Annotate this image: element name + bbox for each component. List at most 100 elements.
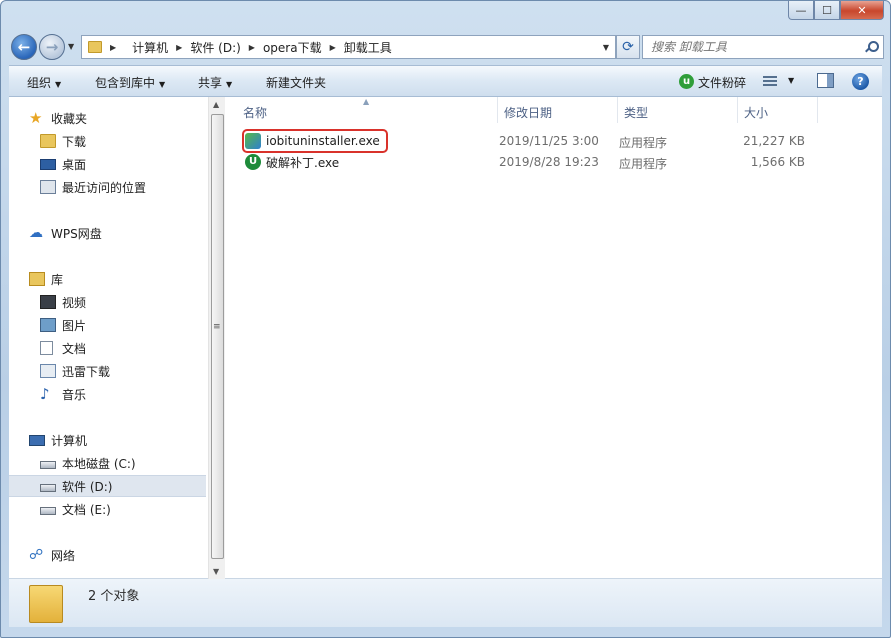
forward-button[interactable]: →: [39, 34, 65, 60]
column-size[interactable]: 大小: [744, 104, 768, 121]
desktop-icon: [40, 158, 56, 170]
view-options-icon[interactable]: [763, 76, 777, 87]
scrollbar-thumb[interactable]: [211, 114, 224, 559]
address-dropdown-icon[interactable]: ▼: [597, 43, 615, 52]
chevron-down-icon: ▼: [55, 80, 62, 89]
refresh-button[interactable]: ⟳: [616, 35, 640, 59]
refresh-icon: ⟳: [622, 39, 634, 55]
library-icon: [29, 272, 45, 286]
scroll-down-icon[interactable]: ▼: [213, 567, 219, 576]
sidebar-item-computer[interactable]: 计算机: [9, 429, 206, 451]
sidebar-item-xunlei-downloads[interactable]: 迅雷下载: [9, 360, 206, 382]
help-icon[interactable]: ?: [852, 73, 869, 90]
search-input[interactable]: [651, 40, 851, 54]
chevron-right-icon[interactable]: ▶: [176, 43, 182, 52]
star-icon: ★: [29, 109, 43, 127]
breadcrumb-opera-download[interactable]: ▶ opera下载: [249, 39, 322, 56]
recent-pages-dropdown-icon[interactable]: ▼: [68, 42, 74, 51]
preview-pane-icon[interactable]: [817, 73, 834, 88]
caption-buttons: — ☐ ✕: [788, 1, 884, 21]
sidebar-item-music[interactable]: ♪ 音乐: [9, 383, 206, 405]
picture-icon: [40, 318, 56, 332]
file-date-cell: 2019/8/28 19:23: [499, 155, 599, 169]
chevron-right-icon[interactable]: ▶: [249, 43, 255, 52]
table-row[interactable]: U 破解补丁.exe 2019/8/28 19:23 应用程序 1,566 KB: [241, 151, 831, 173]
table-row[interactable]: iobituninstaller.exe 2019/11/25 3:00 应用程…: [241, 129, 831, 153]
shred-file-button[interactable]: 文件粉碎: [698, 74, 746, 91]
column-header: ▲ 名称 修改日期 类型 大小: [225, 97, 825, 123]
sidebar-item-drive-d[interactable]: 软件 (D:): [9, 475, 206, 497]
file-size-cell: 1,566 KB: [750, 155, 805, 169]
column-type[interactable]: 类型: [624, 104, 648, 121]
column-divider[interactable]: [497, 97, 498, 123]
sidebar-item-drive-e[interactable]: 文档 (E:): [9, 498, 206, 520]
file-size-cell: 21,227 KB: [743, 134, 805, 148]
video-icon: [40, 295, 56, 309]
navigation-pane: ★ 收藏夹 下载 桌面 最近访问的位置 ☁ WPS网盘 库 视频 图片 文档 迅雷下…: [9, 97, 206, 579]
file-type-cell: 应用程序: [619, 136, 668, 150]
music-icon: ♪: [40, 385, 50, 403]
item-count-status: 2 个对象: [88, 589, 140, 604]
folder-icon: [29, 585, 63, 623]
sidebar-item-videos[interactable]: 视频: [9, 291, 206, 313]
sidebar-item-wps-cloud[interactable]: ☁ WPS网盘: [9, 222, 206, 244]
share-menu[interactable]: 共享 ▼: [198, 74, 232, 91]
sidebar-item-network[interactable]: ☍ 网络: [9, 544, 206, 566]
sidebar-item-downloads[interactable]: 下载: [9, 130, 206, 152]
chevron-down-icon: ▼: [226, 80, 233, 89]
view-dropdown-icon[interactable]: ▼: [788, 76, 794, 85]
close-button[interactable]: ✕: [840, 1, 884, 20]
recent-places-icon: [40, 180, 56, 194]
network-icon: ☍: [29, 547, 44, 563]
include-in-library-menu[interactable]: 包含到库中 ▼: [95, 74, 165, 91]
back-button[interactable]: ←: [11, 34, 37, 60]
column-name[interactable]: 名称: [243, 104, 267, 121]
download-folder-icon: [40, 134, 56, 148]
sidebar-item-libraries[interactable]: 库: [9, 268, 206, 290]
minimize-button[interactable]: —: [788, 1, 814, 20]
breadcrumb-drive-d[interactable]: ▶ 软件 (D:): [176, 39, 241, 56]
column-divider[interactable]: [737, 97, 738, 123]
new-folder-button[interactable]: 新建文件夹: [266, 74, 326, 91]
sidebar-item-pictures[interactable]: 图片: [9, 314, 206, 336]
breadcrumb-computer[interactable]: 计算机: [132, 39, 168, 56]
maximize-button[interactable]: ☐: [814, 1, 840, 20]
sidebar-scrollbar[interactable]: ▲ ≡ ▼: [208, 97, 225, 579]
sidebar-item-documents[interactable]: 文档: [9, 337, 206, 359]
search-box[interactable]: [642, 35, 884, 59]
patch-app-icon: U: [245, 154, 261, 170]
computer-icon: [29, 434, 45, 446]
shred-icon[interactable]: u: [679, 74, 694, 89]
file-name-cell[interactable]: U 破解补丁.exe: [245, 153, 344, 171]
command-bar: 组织 ▼ 包含到库中 ▼ 共享 ▼ 新建文件夹 u 文件粉碎 ▼ ?: [9, 65, 882, 97]
content-area: ★ 收藏夹 下载 桌面 最近访问的位置 ☁ WPS网盘 库 视频 图片 文档 迅雷下…: [9, 97, 882, 579]
address-bar[interactable]: ▶ 计算机 ▶ 软件 (D:) ▶ opera下载 ▶ 卸载工具 ▼: [81, 35, 616, 59]
column-divider[interactable]: [617, 97, 618, 123]
scroll-up-icon[interactable]: ▲: [213, 100, 219, 109]
file-name-cell[interactable]: iobituninstaller.exe: [242, 129, 388, 153]
cloud-icon: ☁: [29, 225, 43, 241]
column-date-modified[interactable]: 修改日期: [504, 104, 552, 121]
sidebar-item-recent-places[interactable]: 最近访问的位置: [9, 176, 206, 198]
chevron-right-icon[interactable]: ▶: [110, 43, 116, 52]
navigation-bar: ← → ▼ ▶ 计算机 ▶ 软件 (D:) ▶ opera下载 ▶ 卸载工具 ▼ ⟳: [9, 33, 884, 61]
installer-icon: [245, 133, 261, 149]
explorer-window: — ☐ ✕ ← → ▼ ▶ 计算机 ▶ 软件 (D:) ▶ opera下载 ▶ 卸载工…: [0, 0, 891, 638]
breadcrumb-root[interactable]: ▶: [110, 43, 124, 52]
document-icon: [40, 341, 53, 355]
column-divider[interactable]: [817, 97, 818, 123]
breadcrumb-uninstall-tools[interactable]: ▶ 卸载工具: [330, 39, 392, 56]
sidebar-item-drive-c[interactable]: 本地磁盘 (C:): [9, 452, 206, 474]
file-list: ▲ 名称 修改日期 类型 大小 iobituninstaller.exe 201…: [225, 97, 882, 579]
chevron-right-icon[interactable]: ▶: [330, 43, 336, 52]
file-type-cell: 应用程序: [619, 157, 668, 171]
sidebar-item-favorites[interactable]: ★ 收藏夹: [9, 107, 206, 129]
folder-icon: [88, 41, 102, 53]
search-icon[interactable]: [865, 41, 879, 53]
drive-icon: [40, 484, 56, 492]
drive-icon: [40, 461, 56, 469]
organize-menu[interactable]: 组织 ▼: [27, 74, 61, 91]
xunlei-icon: [40, 364, 56, 378]
file-date-cell: 2019/11/25 3:00: [499, 134, 599, 148]
sidebar-item-desktop[interactable]: 桌面: [9, 153, 206, 175]
